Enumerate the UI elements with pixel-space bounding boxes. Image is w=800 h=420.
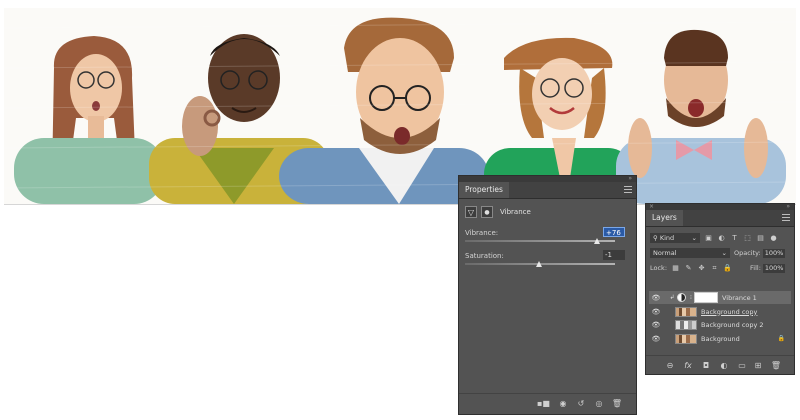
filter-kind-value: Kind: [659, 234, 675, 242]
vibrance-adjustment-icon: ▽: [465, 206, 477, 218]
tab-properties[interactable]: Properties: [459, 182, 509, 198]
chevron-down-icon: ⌄: [691, 234, 697, 242]
lock-artboard-icon[interactable]: ⌗: [710, 264, 719, 273]
layer-thumbnail: [675, 333, 697, 344]
properties-panel: » Properties ▽ ● Vibrance Vibrance: +76 …: [459, 175, 636, 414]
layer-name[interactable]: Vibrance 1: [722, 294, 757, 302]
lock-label: Lock:: [650, 264, 668, 272]
view-previous-icon[interactable]: ◉: [557, 399, 569, 409]
new-layer-icon[interactable]: ⊞: [752, 361, 764, 371]
panel-menu-icon[interactable]: [782, 214, 790, 221]
saturation-slider-thumb[interactable]: [536, 261, 543, 267]
layer-name[interactable]: Background copy 2: [701, 321, 764, 329]
fill-input[interactable]: 100%: [762, 263, 785, 273]
blend-mode-select[interactable]: Normal ⌄: [650, 248, 730, 258]
smart-object-filter-icon[interactable]: ▤: [756, 234, 765, 243]
eye-icon[interactable]: 👁: [651, 320, 661, 330]
collapse-icon[interactable]: »: [628, 175, 632, 182]
mask-icon[interactable]: ◘: [700, 361, 712, 371]
mask-thumbnail[interactable]: [694, 292, 718, 303]
eye-icon[interactable]: 👁: [651, 293, 661, 303]
lock-pixels-icon[interactable]: ✎: [684, 264, 693, 273]
shape-filter-icon[interactable]: ⬚: [743, 234, 752, 243]
vibrance-slider-thumb[interactable]: [594, 238, 600, 244]
close-icon[interactable]: ×: [649, 203, 654, 210]
filter-toggle-icon[interactable]: ●: [769, 234, 778, 243]
properties-tabbar: Properties: [459, 182, 636, 199]
layer-row[interactable]: 👁 ↲ ⁝ Vibrance 1: [649, 291, 791, 304]
adjustment-header: ▽ ● Vibrance: [465, 205, 531, 219]
opacity-label: Opacity:: [734, 249, 761, 257]
layers-tabbar: Layers: [646, 210, 794, 227]
adjustment-title: Vibrance: [500, 208, 531, 216]
clip-indicator-icon: ↲: [669, 294, 675, 301]
layer-thumbnail: [675, 319, 697, 330]
filter-kind-select[interactable]: ⚲ Kind ⌄: [650, 233, 700, 243]
saturation-label: Saturation:: [465, 252, 504, 260]
document-canvas[interactable]: [4, 8, 796, 205]
clip-to-layer-icon[interactable]: ▪■: [537, 399, 550, 409]
lock-row: Lock: ▦ ✎ ✥ ⌗ 🔒 Fill: 100%: [650, 262, 790, 274]
lock-position-icon[interactable]: ✥: [697, 264, 706, 273]
eye-icon[interactable]: 👁: [651, 334, 661, 344]
reset-icon[interactable]: ↺: [575, 399, 587, 409]
group-icon[interactable]: ▭: [736, 361, 748, 371]
vibrance-input[interactable]: +76: [603, 227, 625, 237]
lock-transparent-icon[interactable]: ▦: [671, 264, 680, 273]
lock-icon: 🔒: [777, 335, 785, 342]
visibility-icon[interactable]: ◎: [593, 399, 605, 409]
lock-all-icon[interactable]: 🔒: [723, 264, 732, 273]
layers-footer: ⊖ fx ◘ ◐ ▭ ⊞ 🗑: [646, 355, 794, 374]
tab-layers[interactable]: Layers: [646, 210, 683, 226]
pixel-filter-icon[interactable]: ▣: [704, 234, 713, 243]
layer-row[interactable]: 👁 Background copy 2: [649, 318, 791, 331]
blend-row: Normal ⌄ Opacity: 100%: [650, 247, 790, 259]
photo-illustration: [4, 17, 796, 204]
adjustment-icon[interactable]: ◐: [718, 361, 730, 371]
layer-filter-row: ⚲ Kind ⌄ ▣ ◐ T ⬚ ▤ ●: [650, 232, 790, 244]
vibrance-label: Vibrance:: [465, 229, 499, 237]
collapse-icon[interactable]: »: [786, 203, 790, 210]
layer-name[interactable]: Background copy: [701, 308, 757, 316]
chevron-down-icon: ⌄: [721, 249, 727, 257]
person-3: [279, 17, 489, 204]
saturation-input[interactable]: -1: [603, 250, 625, 260]
person-1: [14, 36, 164, 204]
search-icon: ⚲: [653, 234, 658, 242]
opacity-input[interactable]: 100%: [762, 248, 785, 258]
layers-panel: × » Layers ⚲ Kind ⌄ ▣ ◐ T ⬚ ▤ ● Normal ⌄ …: [646, 203, 794, 374]
eye-icon[interactable]: 👁: [651, 307, 661, 317]
delete-icon[interactable]: 🗑: [770, 361, 782, 371]
layer-thumbnail: [675, 306, 697, 317]
fill-label: Fill:: [750, 264, 761, 272]
link-icon[interactable]: ⊖: [664, 361, 676, 371]
layer-row[interactable]: 👁 Background copy: [649, 305, 791, 318]
layer-mask-icon[interactable]: ●: [481, 206, 493, 218]
blend-mode-value: Normal: [653, 249, 677, 257]
properties-footer: ▪■ ◉ ↺ ◎ 🗑: [459, 393, 636, 414]
layer-name[interactable]: Background: [701, 335, 740, 343]
adjustment-layer-icon: [677, 293, 686, 302]
vibrance-slider-track[interactable]: [465, 240, 615, 242]
type-filter-icon[interactable]: T: [730, 234, 739, 243]
fx-icon[interactable]: fx: [682, 361, 694, 371]
delete-icon[interactable]: 🗑: [611, 399, 623, 409]
person-5: [616, 29, 786, 204]
layer-row[interactable]: 👁 Background 🔒: [649, 332, 791, 345]
adjustment-filter-icon[interactable]: ◐: [717, 234, 726, 243]
panel-menu-icon[interactable]: [624, 186, 632, 193]
